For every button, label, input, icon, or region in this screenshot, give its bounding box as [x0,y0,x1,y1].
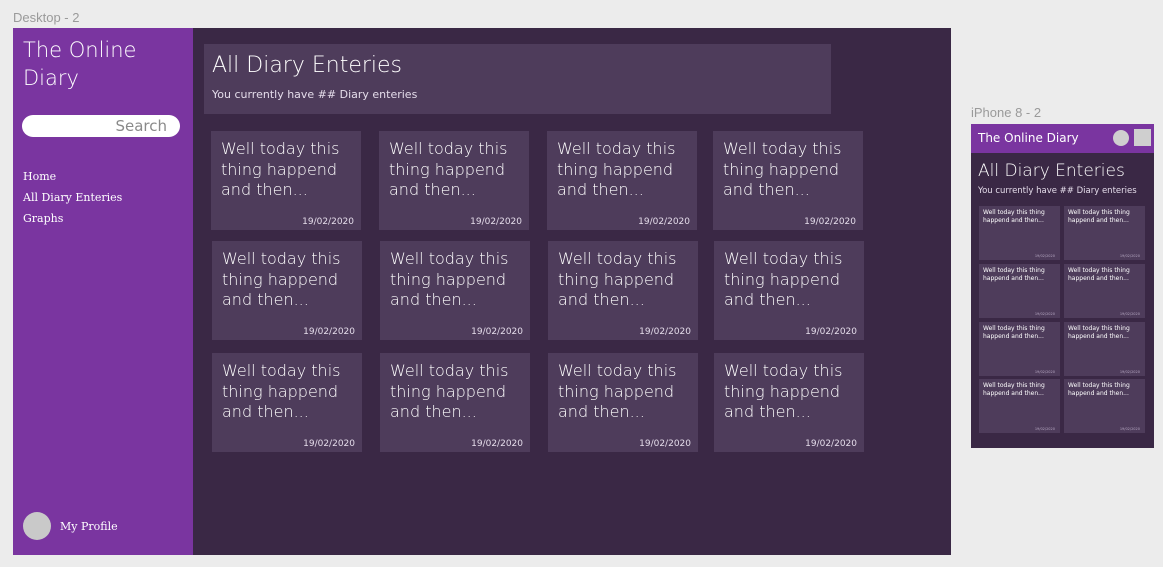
entry-date: 19/02/2020 [1034,370,1055,374]
desktop-frame-label: Desktop - 2 [13,10,80,25]
phone-entry-count-text: You currently have ## Diary enteries [978,186,1137,196]
diary-entry-card[interactable]: Well today this thing happend and then..… [211,131,361,230]
diary-entry-card[interactable]: Well today this thing happend and then..… [379,131,529,230]
my-profile-link[interactable]: My Profile [23,512,118,540]
entry-preview: Well today this thing happend and then..… [724,361,843,421]
entry-preview: Well today this thing happend and then..… [389,139,508,199]
diary-entry-card[interactable]: Well today this thing happend and then..… [714,241,864,340]
diary-entry-card[interactable]: Well today this thing happend and then..… [380,241,530,340]
phone-entry-card[interactable]: Well today this thing happend and then..… [979,206,1060,260]
diary-entry-card[interactable]: Well today this thing happend and then..… [548,241,698,340]
entry-date: 19/02/2020 [805,439,857,449]
entry-date: 19/02/2020 [303,327,355,337]
diary-entry-card[interactable]: Well today this thing happend and then..… [547,131,697,230]
entry-date: 19/02/2020 [1119,254,1140,258]
entry-preview: Well today this thing happend and then..… [983,267,1045,282]
phone-topbar: The Online Diary [971,124,1154,153]
sidebar-item-all-diary-entries[interactable]: All Diary Enteries [23,187,122,208]
phone-frame-label: iPhone 8 - 2 [971,105,1042,120]
entry-preview: Well today this thing happend and then..… [558,361,677,421]
entry-preview: Well today this thing happend and then..… [390,249,509,309]
entry-preview: Well today this thing happend and then..… [1068,382,1130,397]
page-header: All Diary Enteries You currently have ##… [204,44,831,114]
entry-date: 19/02/2020 [1119,427,1140,431]
entry-preview: Well today this thing happend and then..… [221,139,340,199]
entry-date: 19/02/2020 [1034,427,1055,431]
phone-entry-card[interactable]: Well today this thing happend and then..… [1064,379,1145,433]
diary-entry-card[interactable]: Well today this thing happend and then..… [212,353,362,452]
entry-preview: Well today this thing happend and then..… [1068,267,1130,282]
profile-dot-icon[interactable] [1113,130,1129,146]
diary-entry-card[interactable]: Well today this thing happend and then..… [713,131,863,230]
entry-preview: Well today this thing happend and then..… [724,249,843,309]
profile-label: My Profile [60,519,118,533]
entry-date: 19/02/2020 [805,327,857,337]
phone-frame: The Online Diary All Diary Enteries You … [971,124,1154,448]
entry-preview: Well today this thing happend and then..… [983,325,1045,340]
diary-entry-card[interactable]: Well today this thing happend and then..… [380,353,530,452]
sidebar-item-home[interactable]: Home [23,166,122,187]
menu-square-icon[interactable] [1134,129,1151,146]
phone-entry-card[interactable]: Well today this thing happend and then..… [979,264,1060,318]
sidebar: The Online Diary Home All Diary Enteries… [13,28,193,555]
entry-preview: Well today this thing happend and then..… [390,361,509,421]
phone-entry-card[interactable]: Well today this thing happend and then..… [979,379,1060,433]
phone-entry-card[interactable]: Well today this thing happend and then..… [1064,322,1145,376]
entry-preview: Well today this thing happend and then..… [1068,209,1130,224]
phone-entry-card[interactable]: Well today this thing happend and then..… [1064,206,1145,260]
search-input[interactable] [22,115,180,137]
entry-date: 19/02/2020 [302,217,354,227]
phone-app-title: The Online Diary [978,131,1079,145]
entry-date: 19/02/2020 [638,217,690,227]
entry-preview: Well today this thing happend and then..… [558,249,677,309]
entry-date: 19/02/2020 [303,439,355,449]
entry-count-text: You currently have ## Diary enteries [212,88,418,101]
entry-date: 19/02/2020 [471,327,523,337]
entry-preview: Well today this thing happend and then..… [222,361,341,421]
entry-date: 19/02/2020 [1034,254,1055,258]
phone-page-title: All Diary Enteries [978,161,1125,181]
entry-preview: Well today this thing happend and then..… [222,249,341,309]
entry-preview: Well today this thing happend and then..… [983,209,1045,224]
entry-preview: Well today this thing happend and then..… [1068,325,1130,340]
entry-date: 19/02/2020 [639,327,691,337]
entry-preview: Well today this thing happend and then..… [723,139,842,199]
desktop-frame: The Online Diary Home All Diary Enteries… [13,28,951,555]
phone-entry-card[interactable]: Well today this thing happend and then..… [1064,264,1145,318]
entry-date: 19/02/2020 [1034,312,1055,316]
diary-entry-card[interactable]: Well today this thing happend and then..… [714,353,864,452]
entry-preview: Well today this thing happend and then..… [983,382,1045,397]
page-title: All Diary Enteries [212,53,403,78]
entry-date: 19/02/2020 [639,439,691,449]
sidebar-nav: Home All Diary Enteries Graphs [23,166,122,229]
diary-entry-card[interactable]: Well today this thing happend and then..… [212,241,362,340]
entry-date: 19/02/2020 [804,217,856,227]
phone-entry-card[interactable]: Well today this thing happend and then..… [979,322,1060,376]
app-title: The Online Diary [23,38,137,90]
avatar[interactable] [23,512,51,540]
entry-preview: Well today this thing happend and then..… [557,139,676,199]
entry-date: 19/02/2020 [1119,312,1140,316]
sidebar-item-graphs[interactable]: Graphs [23,208,122,229]
entry-date: 19/02/2020 [471,439,523,449]
entry-date: 19/02/2020 [1119,370,1140,374]
diary-entry-card[interactable]: Well today this thing happend and then..… [548,353,698,452]
entry-date: 19/02/2020 [470,217,522,227]
